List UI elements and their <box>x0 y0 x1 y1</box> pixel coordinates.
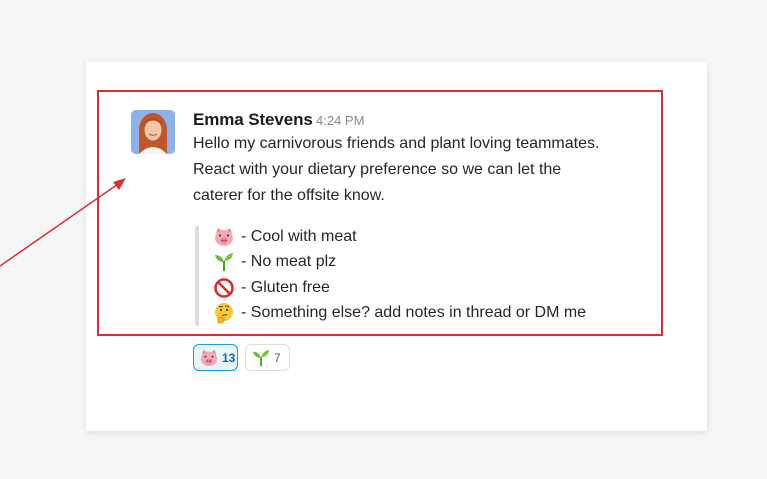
pig-face-icon <box>199 348 219 368</box>
reaction-count: 7 <box>274 350 281 365</box>
reaction-count: 13 <box>222 350 236 365</box>
reaction-pig[interactable]: 13 <box>193 344 238 371</box>
highlight-box <box>97 90 663 336</box>
reaction-seedling[interactable]: 7 <box>245 344 290 371</box>
seedling-icon <box>251 348 271 368</box>
